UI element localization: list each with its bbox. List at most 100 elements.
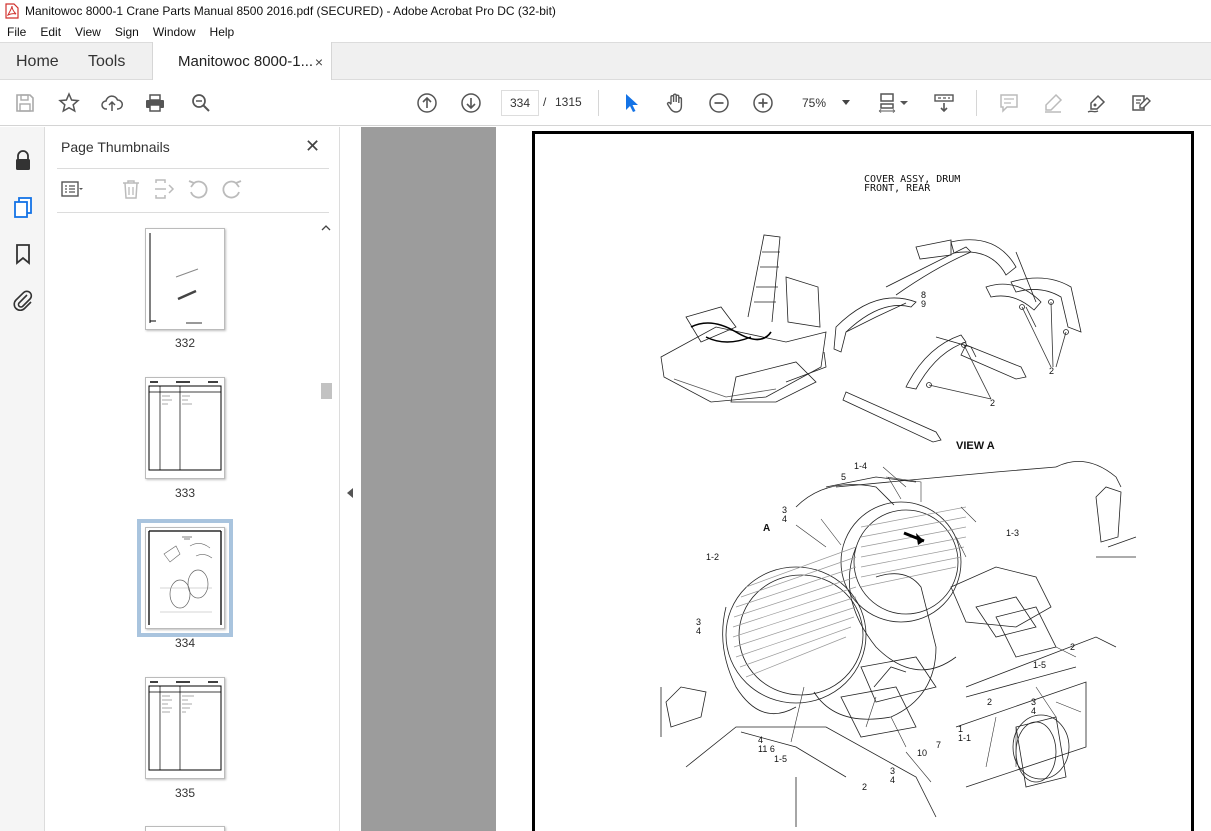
thumbnail-scrollbar[interactable] (318, 222, 334, 831)
callout-label: 2 (1049, 366, 1055, 376)
select-cursor-icon[interactable] (619, 91, 643, 115)
panel-divider (57, 168, 329, 169)
thumbnail-label: 335 (174, 786, 196, 800)
bookmark-icon[interactable] (11, 242, 35, 266)
zoom-in-icon[interactable] (751, 91, 775, 115)
callout-label: 3 4 (1031, 697, 1037, 716)
highlight-pen-icon[interactable] (1041, 91, 1065, 115)
thumbnail-tools (60, 177, 330, 201)
callout-label: 1-4 (854, 461, 868, 471)
tab-bar: Home Tools Manitowoc 8000-1... × (0, 42, 1211, 81)
callout-label: 2 (987, 697, 993, 707)
menu-sign[interactable]: Sign (108, 25, 146, 39)
rotate-counterclockwise-icon[interactable] (186, 177, 210, 201)
tab-document-label: Manitowoc 8000-1... (178, 53, 314, 70)
thumbnail-page[interactable] (145, 677, 225, 779)
document-view[interactable]: COVER ASSY, DRUM FRONT, REAR 8 9 2 2 VIE… (361, 127, 1211, 831)
thumbnail-page[interactable] (145, 228, 225, 330)
menu-help[interactable]: Help (203, 25, 242, 39)
menu-edit[interactable]: Edit (33, 25, 68, 39)
callout-label: 1-2 (706, 552, 720, 562)
callout-label: 7 (936, 740, 942, 750)
zoom-level-value: 75% (802, 96, 827, 110)
callout-label: 1-5 (1033, 660, 1047, 670)
callout-label: 1-1 (958, 733, 972, 743)
scroll-mode-icon[interactable] (932, 91, 956, 115)
zoom-level-select[interactable]: 75% (794, 90, 856, 116)
left-navigation-rail (0, 127, 45, 831)
print-icon[interactable] (143, 91, 167, 115)
thumbnail-page[interactable] (145, 826, 225, 831)
edit-pdf-icon[interactable] (1129, 91, 1153, 115)
callout-label: 4 11 6 (758, 735, 775, 754)
acrobat-app-icon (5, 3, 19, 19)
thumbnail-label: 332 (174, 336, 196, 350)
lock-icon[interactable] (11, 149, 35, 173)
callout-label: 3 4 (696, 617, 702, 636)
toolbar-divider (598, 90, 599, 116)
page-thumbnails-panel: Page Thumbnails ✕ 332 333 334 335 (45, 127, 340, 831)
thumbnail-label: 334 (174, 636, 196, 650)
callout-label: 1-3 (1006, 528, 1020, 538)
hand-tool-icon[interactable] (663, 91, 687, 115)
page-fit-icon[interactable] (876, 91, 900, 115)
thumbnail-drawing (148, 681, 222, 771)
menu-window[interactable]: Window (146, 25, 203, 39)
window-title: Manitowoc 8000-1 Crane Parts Manual 8500… (25, 4, 556, 18)
thumbnail-page-selected[interactable] (137, 519, 233, 637)
callout-label: 2 (1070, 642, 1076, 652)
panel-collapse-handle[interactable] (340, 127, 361, 831)
callout-label: 3 4 (890, 766, 896, 785)
next-page-icon[interactable] (459, 91, 483, 115)
panel-close-icon[interactable]: ✕ (305, 136, 320, 157)
insert-pages-icon[interactable] (153, 177, 177, 201)
page-number-input[interactable]: 334 (501, 90, 539, 116)
page-thumbnails-icon[interactable] (11, 195, 35, 219)
menu-view[interactable]: View (68, 25, 108, 39)
main-toolbar: 334 / 1315 75% (0, 80, 1211, 126)
tab-close-icon[interactable]: × (315, 54, 323, 70)
thumbnail-options-icon[interactable] (60, 177, 84, 201)
tab-document[interactable]: Manitowoc 8000-1... × (152, 42, 332, 81)
callout-label: A (763, 523, 771, 534)
tab-home[interactable]: Home (16, 43, 59, 80)
callout-label: 8 9 (921, 290, 927, 309)
panel-title: Page Thumbnails (61, 139, 170, 155)
zoom-search-icon[interactable] (189, 91, 213, 115)
pdf-page: COVER ASSY, DRUM FRONT, REAR 8 9 2 2 VIE… (496, 127, 1211, 831)
callout-label: 5 (841, 472, 847, 482)
tab-tools[interactable]: Tools (88, 43, 125, 80)
rotate-clockwise-icon[interactable] (220, 177, 244, 201)
star-icon[interactable] (57, 91, 81, 115)
menu-file[interactable]: File (0, 25, 33, 39)
menu-bar: File Edit View Sign Window Help (0, 22, 1211, 42)
callout-label: 3 4 (782, 505, 788, 524)
view-a-label: VIEW A (956, 440, 995, 452)
toolbar-divider (976, 90, 977, 116)
parts-diagram (660, 234, 1137, 827)
attachment-paperclip-icon[interactable] (11, 288, 35, 312)
total-pages: 1315 (555, 95, 582, 109)
page-separator: / (543, 95, 547, 109)
thumbnail-drawing (148, 530, 222, 625)
sign-pen-icon[interactable] (1085, 91, 1109, 115)
callout-label: 2 (990, 398, 996, 408)
delete-pages-icon[interactable] (119, 177, 143, 201)
upload-cloud-icon[interactable] (100, 91, 124, 115)
callout-label: 2 (862, 782, 868, 792)
previous-page-icon[interactable] (415, 91, 439, 115)
chevron-down-icon (842, 100, 850, 105)
thumbnail-drawing (149, 233, 202, 324)
comment-icon[interactable] (997, 91, 1021, 115)
thumbnail-page[interactable] (145, 377, 225, 479)
callout-label: 1-5 (774, 754, 788, 764)
save-icon[interactable] (13, 91, 37, 115)
page-fit-dropdown-icon[interactable] (898, 91, 910, 115)
panel-divider (57, 212, 329, 213)
thumbnail-label: 333 (174, 486, 196, 500)
collapse-left-icon[interactable] (347, 488, 353, 498)
callout-label: 10 (917, 748, 928, 758)
thumbnail-drawing (148, 381, 222, 471)
zoom-out-icon[interactable] (707, 91, 731, 115)
title-bar: Manitowoc 8000-1 Crane Parts Manual 8500… (0, 0, 1211, 22)
